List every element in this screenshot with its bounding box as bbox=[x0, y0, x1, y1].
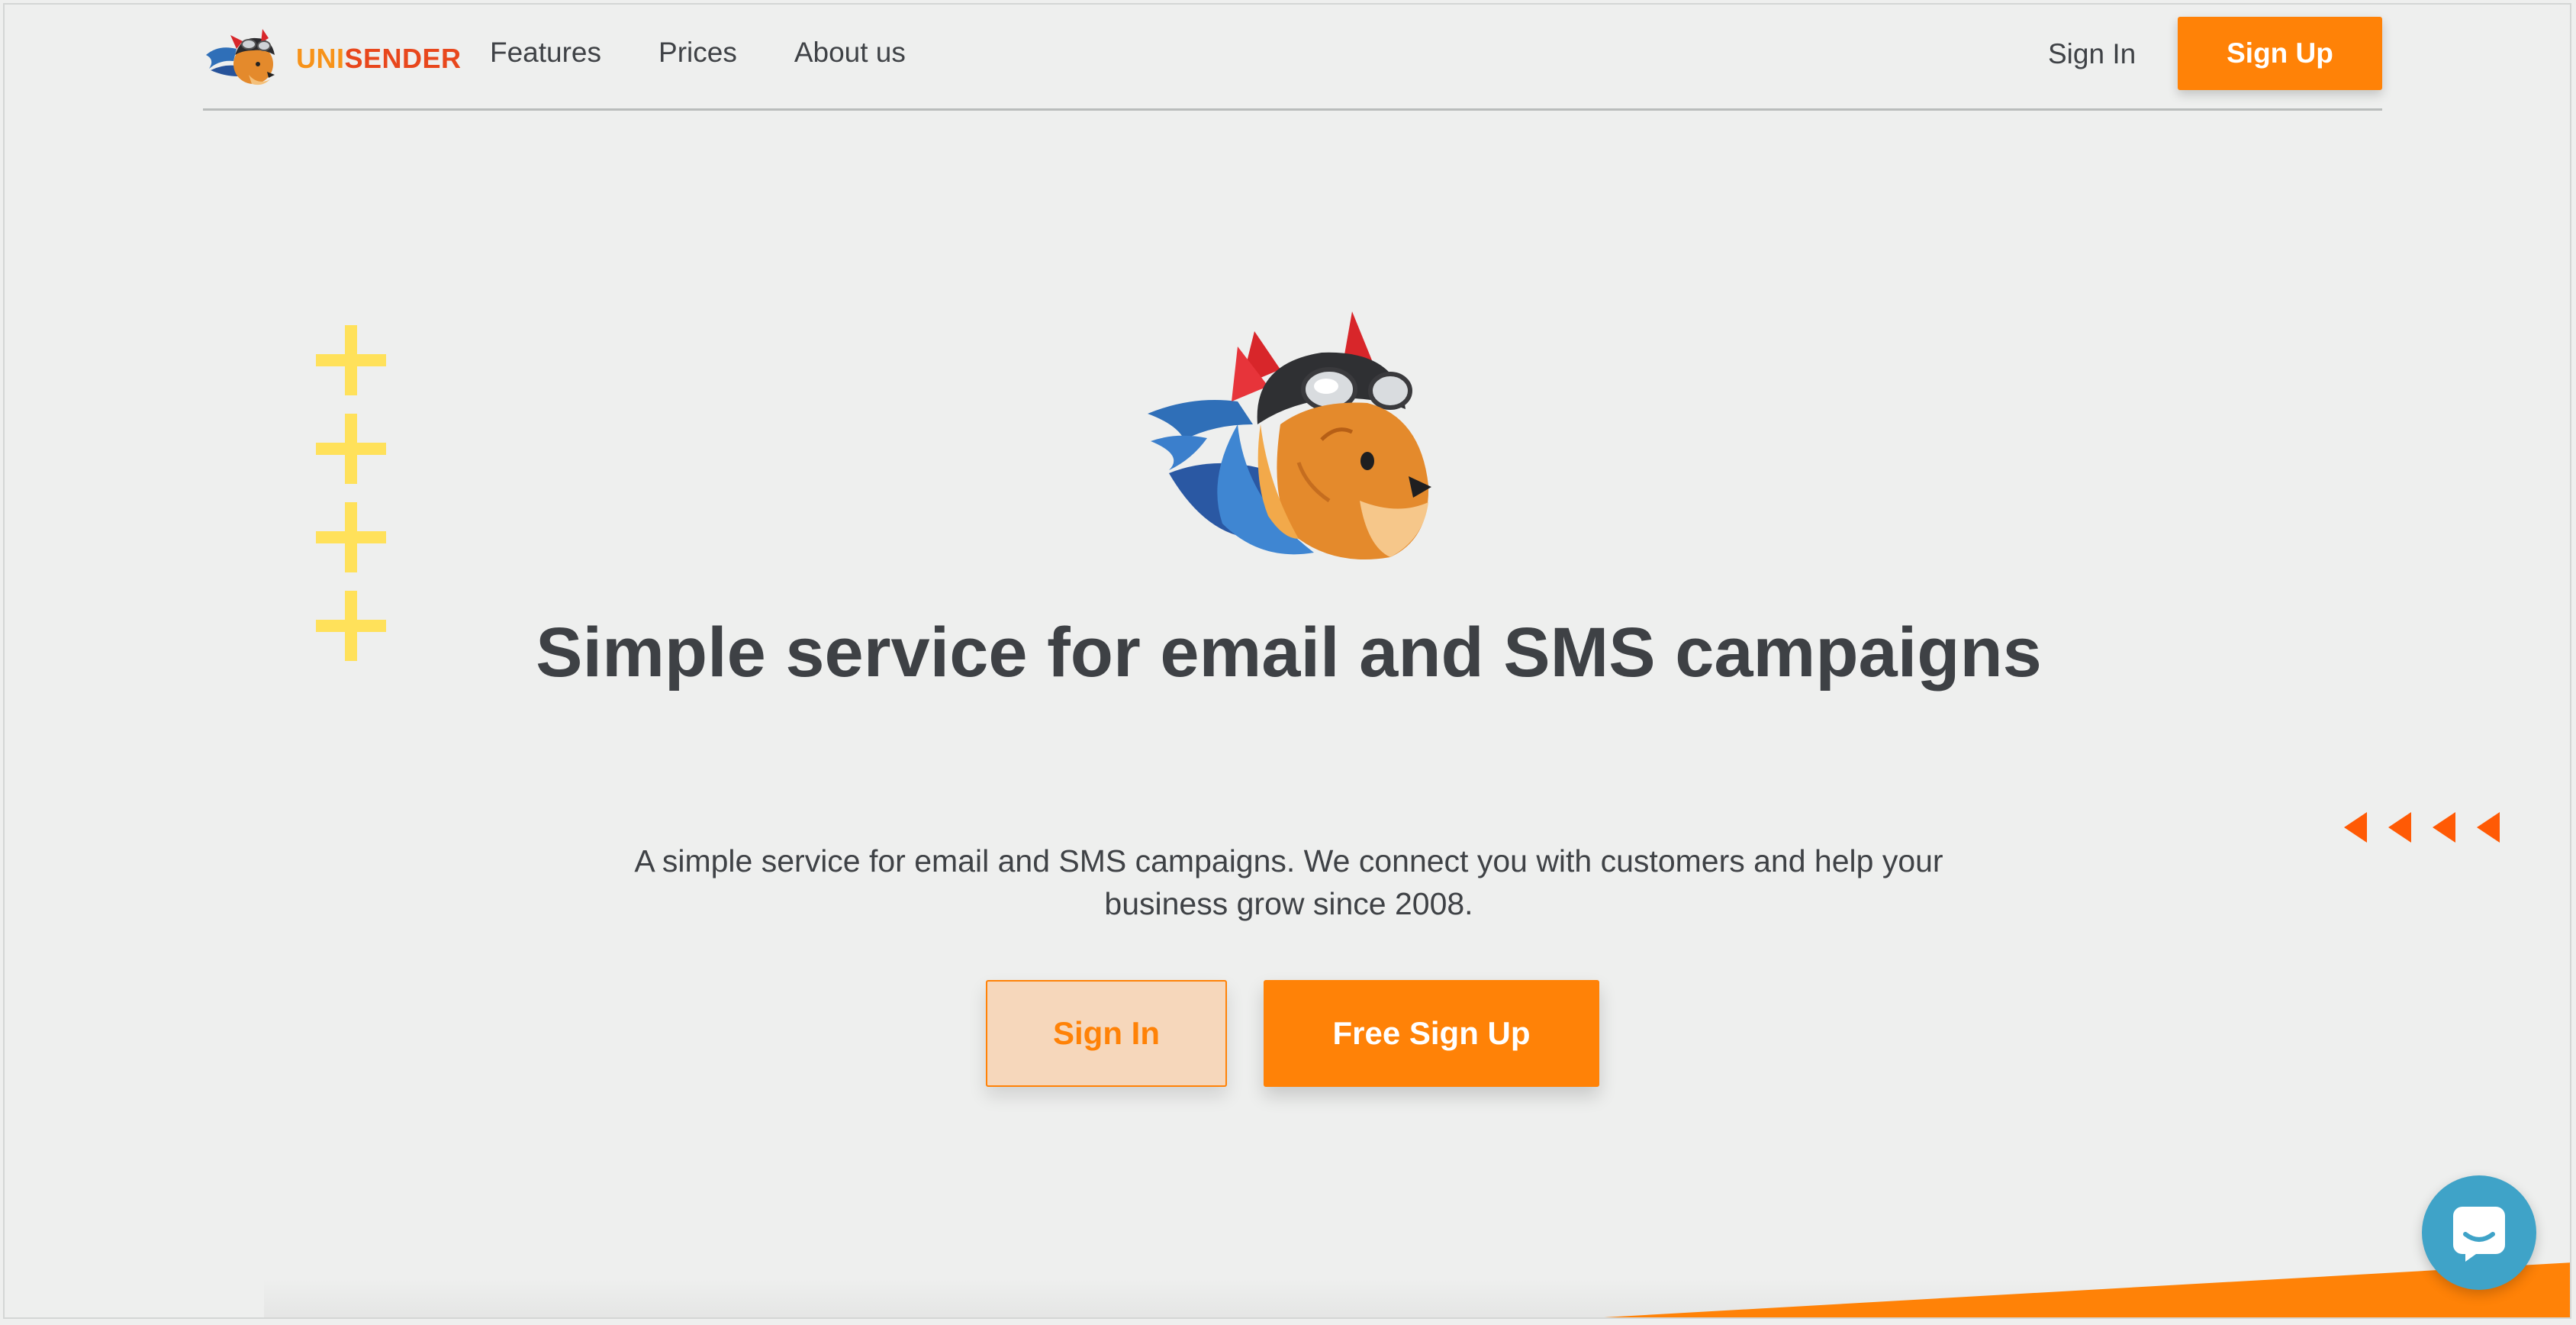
header-sign-up-button[interactable]: Sign Up bbox=[2178, 17, 2382, 90]
arrows-decoration bbox=[2344, 812, 2500, 843]
hero-title-text: Simple service for email and SMS campaig… bbox=[536, 614, 2042, 692]
plus-icon bbox=[316, 414, 386, 484]
site-header: UNISENDER Features Prices About us Sign … bbox=[203, 5, 2382, 111]
header-sign-in-link[interactable]: Sign In bbox=[2048, 38, 2136, 70]
main-nav: Features Prices About us bbox=[490, 37, 963, 69]
chat-icon bbox=[2453, 1207, 2505, 1262]
brand-sender: SENDER bbox=[344, 43, 462, 74]
mascot-logo-icon bbox=[206, 29, 275, 85]
arrow-left-icon bbox=[2477, 812, 2500, 843]
logo-link[interactable]: UNISENDER bbox=[203, 21, 462, 92]
arrow-left-icon bbox=[2388, 812, 2411, 843]
mascot-icon bbox=[1148, 311, 1431, 559]
plus-icon bbox=[316, 502, 386, 572]
page-frame: UNISENDER Features Prices About us Sign … bbox=[3, 3, 2571, 1319]
free-sign-up-button[interactable]: Free Sign Up bbox=[1264, 980, 1599, 1087]
hero-subtitle: A simple service for email and SMS campa… bbox=[634, 843, 1943, 921]
brand-name: UNISENDER bbox=[296, 43, 462, 75]
nav-features[interactable]: Features bbox=[490, 37, 601, 69]
brand-uni: UNI bbox=[296, 43, 345, 74]
bottom-band-decoration bbox=[264, 1262, 2570, 1317]
chat-launcher-button[interactable] bbox=[2422, 1175, 2536, 1290]
arrow-left-icon bbox=[2344, 812, 2367, 843]
plus-icon bbox=[316, 325, 386, 395]
nav-about-us[interactable]: About us bbox=[794, 37, 906, 69]
arrow-left-icon bbox=[2433, 812, 2455, 843]
hero-title: Simple service for email and SMS campaig… bbox=[5, 603, 2570, 702]
nav-prices[interactable]: Prices bbox=[658, 37, 737, 69]
hero-sign-in-button[interactable]: Sign In bbox=[986, 980, 1227, 1087]
